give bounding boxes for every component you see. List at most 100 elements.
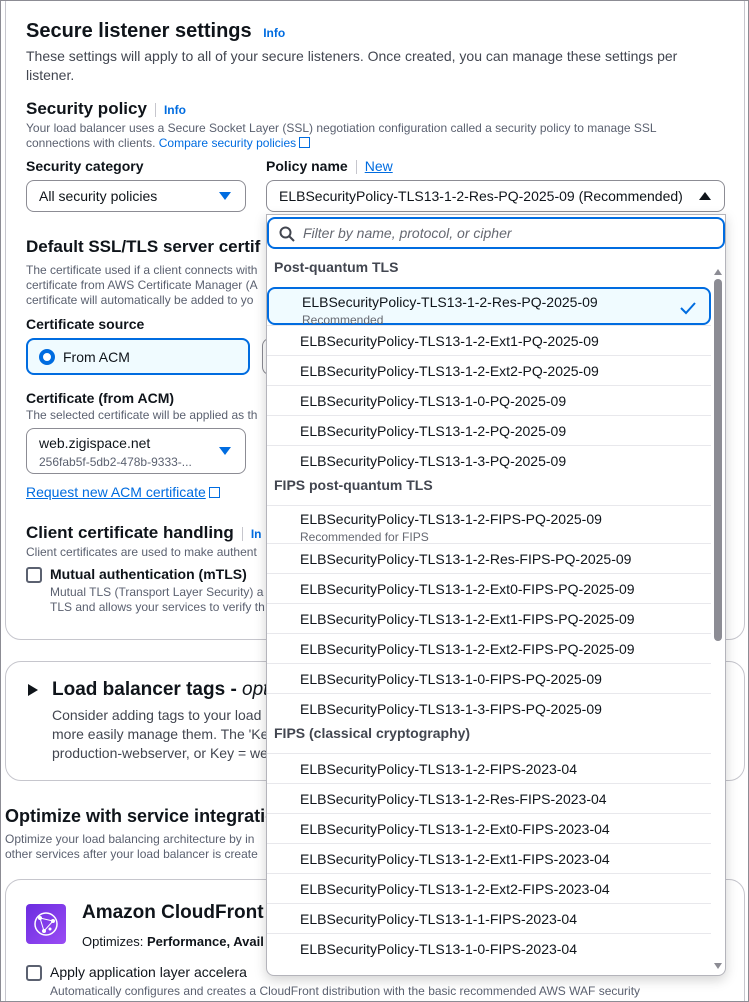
policy-name-value: ELBSecurityPolicy-TLS13-1-2-Res-PQ-2025-… — [279, 188, 683, 204]
cloudfront-icon — [26, 904, 66, 944]
default-cert-desc-3: certificate will automatically be added … — [26, 293, 254, 307]
policy-option[interactable]: ELBSecurityPolicy-TLS13-1-1-FIPS-2023-04 — [267, 903, 711, 933]
policy-option[interactable]: ELBSecurityPolicy-TLS13-1-0-FIPS-2023-04 — [267, 933, 711, 963]
scrollbar-thumb[interactable] — [714, 279, 722, 641]
mtls-label: Mutual authentication (mTLS) — [50, 566, 247, 582]
cloudfront-optimizes-value: Performance, Avail — [147, 934, 264, 949]
policy-option-name: ELBSecurityPolicy-TLS13-1-0-FIPS-2023-04 — [300, 941, 578, 957]
tags-title[interactable]: Load balancer tags - opt — [52, 679, 268, 701]
policy-option-name: ELBSecurityPolicy-TLS13-1-2-FIPS-PQ-2025… — [300, 511, 602, 527]
optimize-title: Optimize with service integratio — [5, 806, 277, 826]
policy-option[interactable]: ELBSecurityPolicy-TLS13-1-2-Res-FIPS-PQ-… — [267, 543, 711, 573]
certificate-source-label: Certificate source — [26, 316, 145, 332]
cloudfront-optimizes: Optimizes: Performance, Avail — [82, 934, 264, 949]
source-option-acm-label: From ACM — [63, 349, 130, 365]
scroll-up-icon[interactable] — [714, 269, 722, 275]
certificate-value: web.zigispace.net — [39, 435, 151, 451]
policy-option[interactable]: ELBSecurityPolicy-TLS13-1-2-Ext1-FIPS-PQ… — [267, 603, 711, 633]
default-cert-desc-2: certificate from AWS Certificate Manager… — [26, 278, 258, 292]
client-cert-desc: Client certificates are used to make aut… — [26, 545, 257, 559]
certificate-select[interactable]: web.zigispace.net 256fab5f-5db2-478b-933… — [26, 428, 246, 474]
tags-title-text: Load balancer tags - — [52, 679, 243, 700]
policy-option-name: ELBSecurityPolicy-TLS13-1-2-Res-FIPS-PQ-… — [300, 551, 632, 567]
policy-option-name: ELBSecurityPolicy-TLS13-1-2-Ext0-FIPS-20… — [300, 821, 610, 837]
mtls-checkbox[interactable] — [26, 567, 42, 583]
cloudfront-title: Amazon CloudFront — [82, 902, 264, 923]
client-cert-info-link[interactable]: In — [251, 527, 262, 541]
policy-option-name: ELBSecurityPolicy-TLS13-1-2-FIPS-2023-04 — [300, 761, 578, 777]
title-separator — [154, 102, 156, 117]
tags-desc-1: Consider adding tags to your load — [52, 707, 262, 723]
option-group-label: FIPS post-quantum TLS — [274, 477, 433, 493]
security-policy-title-text: Security policy — [26, 99, 147, 118]
request-acm-certificate-link[interactable]: Request new ACM certificate — [26, 484, 206, 500]
cloudfront-apply-label: Apply application layer accelera — [50, 964, 247, 980]
tags-desc-2: more easily manage them. The 'Ke — [52, 726, 269, 742]
security-policy-title: Security policy Info — [26, 99, 186, 119]
security-policy-desc-2: connections with clients. Compare securi… — [26, 136, 311, 151]
chevron-down-icon — [219, 447, 231, 455]
policy-name-select[interactable]: ELBSecurityPolicy-TLS13-1-2-Res-PQ-2025-… — [266, 180, 725, 212]
security-category-select[interactable]: All security policies — [26, 180, 246, 212]
policy-filter-input[interactable]: Filter by name, protocol, or cipher — [267, 217, 725, 249]
search-icon — [279, 226, 295, 242]
policy-option[interactable]: ELBSecurityPolicy-TLS13-1-2-FIPS-2023-04 — [267, 753, 711, 783]
source-option-acm[interactable]: From ACM — [26, 338, 250, 375]
policy-option[interactable]: ELBSecurityPolicy-TLS13-1-3-FIPS-PQ-2025… — [267, 693, 711, 723]
policy-option-name: ELBSecurityPolicy-TLS13-1-2-Ext2-FIPS-20… — [300, 881, 610, 897]
policy-option[interactable]: ELBSecurityPolicy-TLS13-1-3-PQ-2025-09 — [267, 445, 711, 475]
radio-selected-icon — [39, 349, 55, 365]
policy-option[interactable]: ELBSecurityPolicy-TLS13-1-2-FIPS-PQ-2025… — [267, 505, 711, 544]
policy-option-name: ELBSecurityPolicy-TLS13-1-2-Ext2-FIPS-PQ… — [300, 641, 635, 657]
secure-listener-title-text: Secure listener settings — [26, 20, 252, 42]
external-link-icon — [299, 137, 311, 148]
policy-dropdown: Filter by name, protocol, or cipher Post… — [266, 214, 726, 976]
policy-option[interactable]: ELBSecurityPolicy-TLS13-1-0-FIPS-PQ-2025… — [267, 663, 711, 693]
security-policy-desc-prefix: connections with clients. — [26, 136, 156, 150]
scroll-down-icon[interactable] — [714, 963, 722, 969]
security-policy-info-link[interactable]: Info — [164, 103, 186, 117]
compare-policies-link[interactable]: Compare security policies — [159, 136, 296, 150]
policy-option[interactable]: ELBSecurityPolicy-TLS13-1-2-Ext2-FIPS-20… — [267, 873, 711, 903]
policy-option[interactable]: ELBSecurityPolicy-TLS13-1-2-Res-FIPS-202… — [267, 783, 711, 813]
policy-option-name: ELBSecurityPolicy-TLS13-1-2-Ext0-FIPS-PQ… — [300, 581, 635, 597]
policy-option-name: ELBSecurityPolicy-TLS13-1-2-Ext2-PQ-2025… — [300, 363, 599, 379]
policy-option[interactable]: ELBSecurityPolicy-TLS13-1-2-Ext1-PQ-2025… — [267, 325, 711, 355]
secure-listener-desc-2: listener. — [26, 67, 75, 83]
policy-option-name: ELBSecurityPolicy-TLS13-1-0-PQ-2025-09 — [300, 393, 567, 409]
policy-option-name: ELBSecurityPolicy-TLS13-1-2-Res-FIPS-202… — [300, 791, 607, 807]
policy-option[interactable]: ELBSecurityPolicy-TLS13-1-2-Res-PQ-2025-… — [267, 287, 711, 327]
policy-option[interactable]: ELBSecurityPolicy-TLS13-1-2-Ext2-PQ-2025… — [267, 355, 711, 385]
external-link-icon — [208, 487, 220, 498]
tags-title-optional: opt — [242, 679, 269, 700]
title-separator — [241, 526, 243, 541]
policy-option[interactable]: ELBSecurityPolicy-TLS13-1-0-PQ-2025-09 — [267, 385, 711, 415]
default-cert-desc-1: The certificate used if a client connect… — [26, 263, 258, 277]
label-separator — [355, 160, 357, 175]
policy-option-name: ELBSecurityPolicy-TLS13-1-3-FIPS-PQ-2025… — [300, 701, 602, 717]
policy-option-name: ELBSecurityPolicy-TLS13-1-3-PQ-2025-09 — [300, 453, 567, 469]
checkmark-icon — [680, 302, 696, 315]
option-group-label: FIPS (classical cryptography) — [274, 725, 471, 741]
policy-name-label: Policy name New — [266, 158, 393, 175]
new-policy-link[interactable]: New — [365, 158, 393, 174]
policy-option-name: ELBSecurityPolicy-TLS13-1-2-Ext1-FIPS-PQ… — [300, 611, 635, 627]
certificate-acm-desc: The selected certificate will be applied… — [26, 408, 258, 422]
policy-option[interactable]: ELBSecurityPolicy-TLS13-1-2-Ext1-FIPS-20… — [267, 843, 711, 873]
policy-option[interactable]: ELBSecurityPolicy-TLS13-1-2-Ext0-FIPS-20… — [267, 813, 711, 843]
security-category-value: All security policies — [39, 188, 158, 204]
filter-placeholder: Filter by name, protocol, or cipher — [303, 225, 512, 241]
secure-listener-desc-1: These settings will apply to all of your… — [26, 48, 678, 64]
cloudfront-apply-checkbox[interactable] — [26, 965, 42, 981]
cloudfront-optimizes-prefix: Optimizes: — [82, 934, 148, 949]
mtls-desc-2: TLS and allows your services to verify t… — [50, 600, 265, 614]
secure-listener-title: Secure listener settings Info — [26, 20, 285, 43]
option-group-label: Post-quantum TLS — [274, 259, 399, 275]
policy-option[interactable]: ELBSecurityPolicy-TLS13-1-2-PQ-2025-09 — [267, 415, 711, 445]
policy-option[interactable]: ELBSecurityPolicy-TLS13-1-2-Ext2-FIPS-PQ… — [267, 633, 711, 663]
certificate-id: 256fab5f-5db2-478b-9333-... — [39, 455, 192, 469]
expand-caret-icon[interactable] — [28, 684, 38, 696]
policy-option[interactable]: ELBSecurityPolicy-TLS13-1-2-Ext0-FIPS-PQ… — [267, 573, 711, 603]
secure-listener-info-link[interactable]: Info — [263, 26, 285, 40]
policy-name-label-text: Policy name — [266, 158, 348, 174]
